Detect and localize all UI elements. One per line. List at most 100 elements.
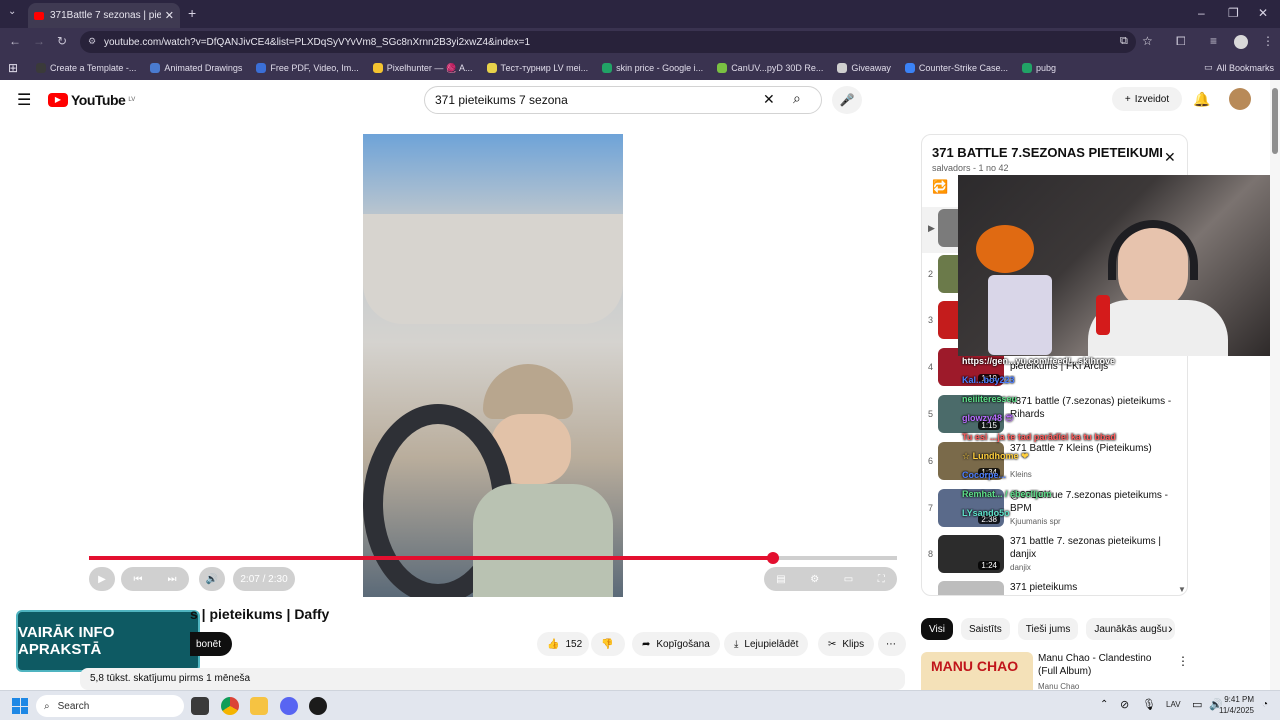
bookmark-item[interactable]: CanUV...pyD 30D Re... [717,63,823,73]
previous-icon[interactable]: ⏮ [134,574,143,585]
like-button[interactable]: 👍 152 [537,632,589,656]
file-explorer-icon[interactable] [250,697,268,715]
settings-gear-icon[interactable]: ⚙ [810,574,819,585]
bookmark-item[interactable]: Create a Template -... [36,63,136,73]
extensions-icon[interactable]: ⧠ [1176,34,1186,49]
share-button[interactable]: ➦ Kopīgošana [632,632,720,656]
keyboard-language[interactable]: LAV [1166,700,1181,709]
account-avatar[interactable] [1229,88,1251,110]
dislike-button[interactable]: 👎 [591,632,625,656]
fullscreen-icon[interactable]: ⛶ [878,574,885,585]
chip-related[interactable]: Saistīts [960,618,1010,640]
hamburger-menu-icon[interactable]: ☰ [17,90,31,110]
system-clock[interactable]: 9:41 PM 11/4/2025 [1219,694,1254,716]
bookmark-item[interactable]: Giveaway [837,63,891,73]
maximize-icon[interactable]: ❐ [1228,6,1239,20]
bookmark-item[interactable]: Counter-Strike Case... [904,63,1008,73]
media-icon[interactable]: ≡ [1210,34,1217,48]
play-button[interactable]: ▶ [89,567,115,591]
tray-display-icon[interactable]: ▭ [1192,698,1202,711]
tab-close-icon[interactable]: ✕ [165,9,174,22]
bookmark-icon [1021,63,1032,73]
site-info-icon[interactable]: ⚙ [88,36,96,47]
description-box[interactable]: 5,8 tūkst. skatījumu pirms 1 mēneša [80,668,905,690]
recommended-more-icon[interactable]: ⋮ [1177,654,1189,668]
new-tab-button[interactable]: + [188,5,196,21]
volume-icon[interactable]: 🔊 [199,567,225,591]
next-icon[interactable]: ⏭ [168,574,177,585]
chrome-icon[interactable] [221,697,239,715]
minimize-icon[interactable]: – [1198,6,1205,20]
loop-icon[interactable]: 🔁 [932,179,948,195]
clip-button[interactable]: ✂ Klips [818,632,875,656]
menu-dots-icon[interactable]: ⋮ [1262,34,1274,48]
windows-start-icon[interactable] [12,698,28,714]
bookmark-item[interactable]: Тест-турнир LV mei... [486,63,588,73]
clear-search-icon[interactable]: ✕ [763,91,775,108]
tray-chevron-icon[interactable]: ⌃ [1100,699,1108,710]
chip-all[interactable]: Visi [921,618,953,640]
create-button[interactable]: + Izveidot [1112,87,1182,111]
forward-icon[interactable]: → [33,34,45,48]
discord-icon[interactable] [280,697,298,715]
voice-search-icon[interactable]: 🎤 [832,86,862,114]
steam-icon[interactable] [309,697,327,715]
bookmark-icon [486,63,497,73]
bookmark-item[interactable]: Pixelhunter — 🧶 A... [372,63,473,74]
notifications-icon[interactable]: ◔ [1262,699,1268,710]
tab-list-chevron-icon[interactable]: ⌄ [8,6,16,17]
bookmark-item[interactable]: pubg [1021,63,1056,73]
bookmark-item[interactable]: Free PDF, Video, Im... [256,63,359,73]
scrubber-handle[interactable] [767,552,780,564]
more-actions-button[interactable]: ⋯ [878,632,906,656]
tray-network-icon[interactable]: ⊘ [1120,698,1129,711]
youtube-logo[interactable]: ▶ YouTube LV [48,92,135,108]
chip-for-you[interactable]: Tieši jums [1017,618,1079,640]
address-bar[interactable]: ⚙ youtube.com/watch?v=DfQANJivCE4&list=P… [80,31,1153,53]
scrollbar-thumb[interactable] [1272,88,1278,154]
taskbar-search[interactable]: ⌕ Search [36,695,184,717]
person-cap [483,364,573,419]
reload-icon[interactable]: ↻ [57,34,67,48]
back-icon[interactable]: ← [9,34,21,48]
progress-bar[interactable] [89,552,897,564]
browser-tab-active[interactable]: 371Battle 7 sezonas | pieteikums ✕ [28,3,180,28]
subtitles-icon[interactable]: ▤ [776,574,785,585]
playlist-scroll-down-icon[interactable]: ▼ [1178,585,1186,594]
profile-avatar[interactable] [1234,35,1248,49]
progress-fill [89,556,774,560]
video-player[interactable]: ▶ ⏮ ⏭ 🔊 2:07 / 2:30 ▤ ⚙ ▭ ⛶ [89,134,897,597]
video-frame [363,134,623,597]
notifications-bell-icon[interactable]: 🔔 [1193,91,1210,108]
recommended-thumbnail: MANU CHAO [921,652,1033,690]
search-button-icon[interactable]: ⌕ [793,90,801,107]
recommended-video[interactable]: MANU CHAO Manu Chao - Clandestino (Full … [921,652,1189,691]
chat-message: Cocorpe... [962,470,1007,480]
bookmark-icon [717,63,728,73]
close-playlist-icon[interactable]: ✕ [1164,149,1176,166]
pumpkin-decoration [976,225,1034,273]
playlist-item[interactable]: 371 pieteikums [922,579,1187,595]
download-button[interactable]: ⤓ Lejupielādēt [724,632,809,656]
tray-mic-icon[interactable]: 🎙 [1142,698,1156,711]
theater-mode-icon[interactable]: ▭ [844,574,853,585]
bookmark-item[interactable]: skin price - Google i... [602,63,703,73]
car-visor [363,214,623,324]
bookmark-star-icon[interactable]: ☆ [1142,34,1153,48]
chat-message: Tu esi ...ja te tad parādīei ka tu bbad [962,432,1116,442]
all-bookmarks[interactable]: ▭ All Bookmarks [1204,62,1274,73]
install-app-icon[interactable]: ⧉ [1120,35,1128,48]
apps-grid-icon[interactable]: ⊞ [8,61,18,75]
close-window-icon[interactable]: ✕ [1258,6,1268,20]
streamer-headset [1108,220,1198,280]
chip-recently-uploaded[interactable]: Jaunākās augšu [1086,618,1176,640]
youtube-favicon-icon [34,11,44,20]
subscribe-button[interactable]: bonēt [190,632,232,656]
search-input[interactable]: 371 pieteikums 7 sezona ✕ ⌕ [424,86,822,114]
search-icon: ⌕ [44,700,50,712]
task-view-icon[interactable] [191,697,209,715]
page-scrollbar[interactable] [1270,80,1280,690]
chips-next-chevron-icon[interactable]: › [1168,620,1173,636]
bookmark-item[interactable]: Animated Drawings [150,63,242,73]
playlist-item[interactable]: 8 1:24 371 battle 7. sezonas pieteikums … [922,533,1187,579]
